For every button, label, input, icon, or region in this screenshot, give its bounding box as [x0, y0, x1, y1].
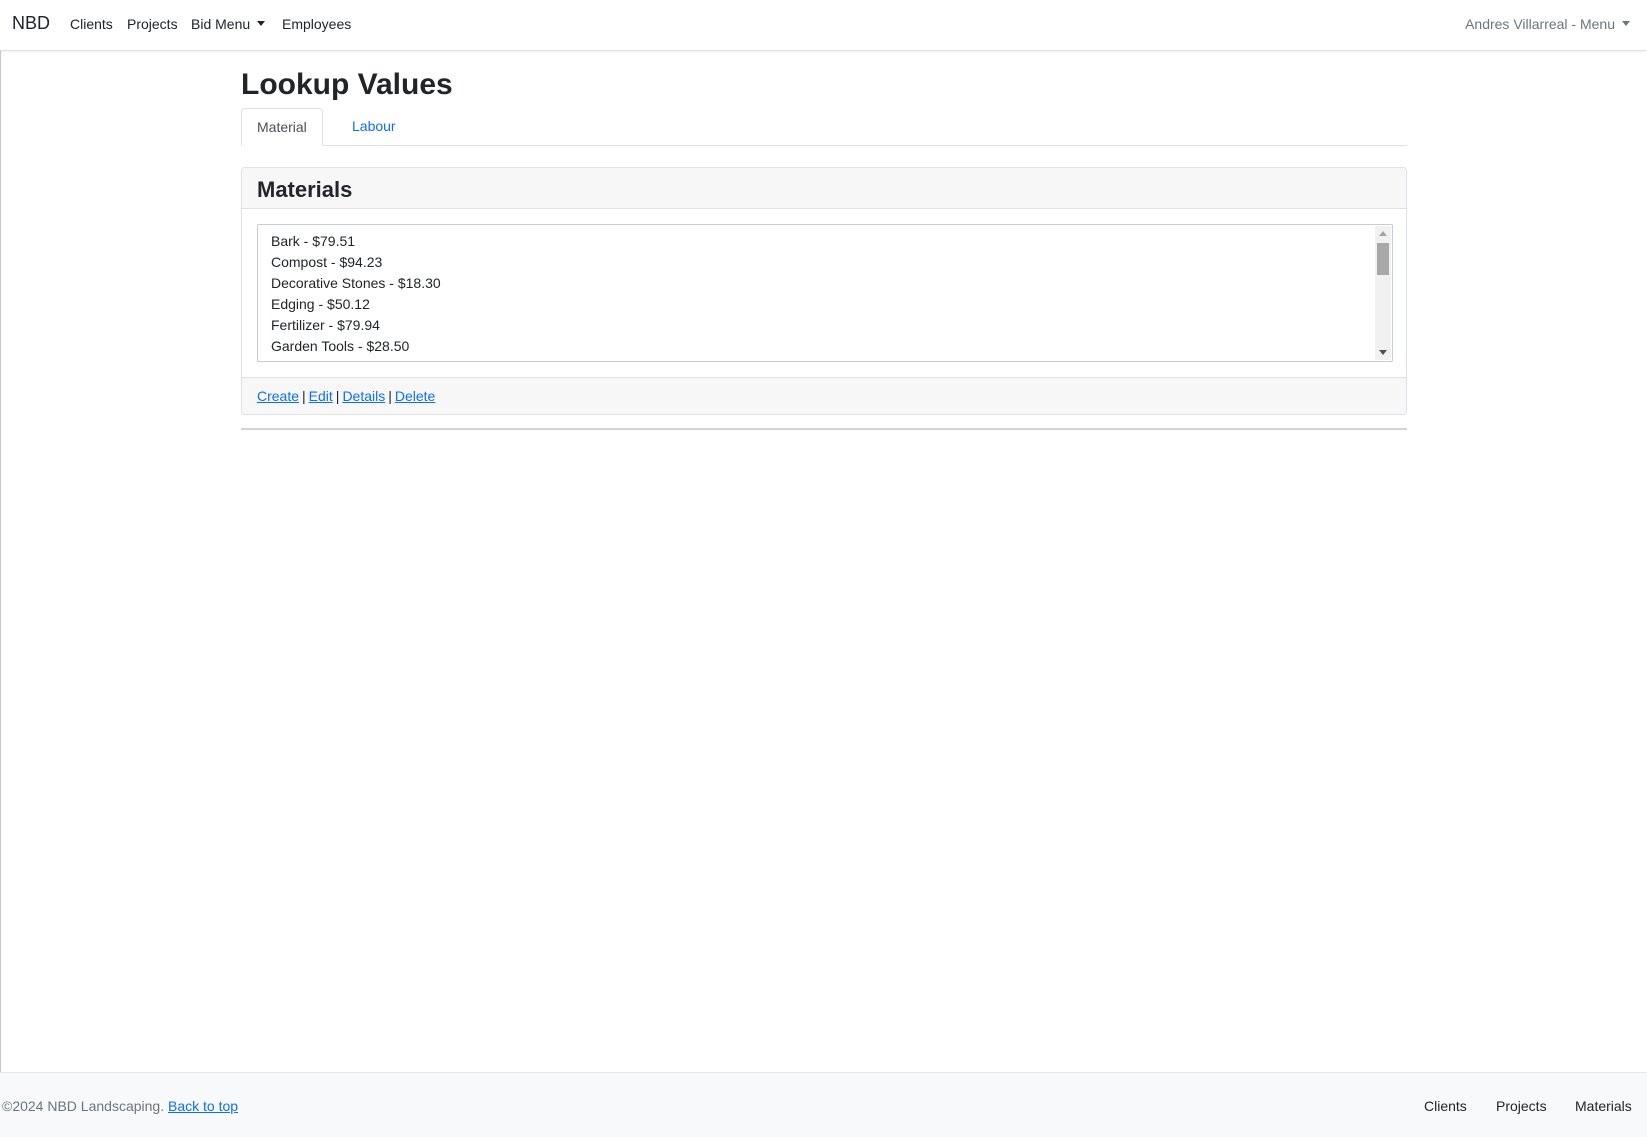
nav-bid-menu-label: Bid Menu [191, 16, 251, 32]
page-footer: ©2024 NBD Landscaping. Back to top Clien… [0, 1072, 1647, 1137]
list-item[interactable]: Garden Tools - $28.50 [271, 336, 441, 357]
separator: | [388, 388, 392, 404]
details-link[interactable]: Details [342, 388, 385, 404]
listbox-scrollbar[interactable] [1375, 226, 1391, 360]
footer-link-clients[interactable]: Clients [1424, 1098, 1467, 1114]
edit-link[interactable]: Edit [309, 388, 333, 404]
nav-employees[interactable]: Employees [282, 16, 351, 32]
page-edge [0, 0, 1, 1137]
materials-listbox[interactable]: Bark - $79.51 Compost - $94.23 Decorativ… [257, 224, 1393, 362]
list-item[interactable]: Fertilizer - $79.94 [271, 315, 441, 336]
horizontal-divider [241, 428, 1407, 430]
chevron-down-icon [257, 21, 266, 26]
chevron-down-icon [1622, 21, 1630, 26]
brand-logo[interactable]: NBD [12, 13, 50, 34]
list-item[interactable]: Compost - $94.23 [271, 252, 441, 273]
list-item[interactable]: Edging - $50.12 [271, 294, 441, 315]
navbar: NBD Clients Projects Bid Menu Employees … [0, 0, 1647, 51]
user-menu-label: Andres Villarreal - Menu [1465, 16, 1615, 32]
nav-bid-menu[interactable]: Bid Menu [191, 16, 266, 32]
nav-clients[interactable]: Clients [70, 16, 113, 32]
list-item[interactable]: Bark - $79.51 [271, 231, 441, 252]
list-item[interactable]: Decorative Stones - $18.30 [271, 273, 441, 294]
copyright: ©2024 NBD Landscaping. Back to top [2, 1098, 238, 1114]
materials-heading: Materials [257, 177, 353, 202]
scroll-up-arrow-icon[interactable] [1379, 231, 1387, 236]
separator: | [335, 388, 340, 404]
material-actions: Create | Edit | Details | Delete [257, 388, 435, 404]
delete-link[interactable]: Delete [395, 388, 435, 404]
footer-link-projects[interactable]: Projects [1496, 1098, 1547, 1114]
materials-card-footer: Create | Edit | Details | Delete [242, 377, 1406, 414]
materials-card: Materials Bark - $79.51 Compost - $94.23… [241, 167, 1407, 415]
footer-link-materials[interactable]: Materials [1575, 1098, 1632, 1114]
copyright-text: ©2024 NBD Landscaping. [2, 1098, 165, 1114]
materials-card-header: Materials [242, 168, 1406, 209]
tab-material[interactable]: Material [241, 108, 323, 146]
materials-list: Bark - $79.51 Compost - $94.23 Decorativ… [271, 231, 441, 357]
user-menu-dropdown[interactable]: Andres Villarreal - Menu [1465, 16, 1630, 32]
page-title: Lookup Values [241, 68, 453, 101]
nav-projects[interactable]: Projects [127, 16, 178, 32]
lookup-tabs: Material Labour [241, 108, 1407, 146]
scroll-down-arrow-icon[interactable] [1379, 350, 1387, 355]
back-to-top-link[interactable]: Back to top [168, 1098, 238, 1114]
scrollbar-thumb[interactable] [1377, 243, 1389, 275]
tab-labour[interactable]: Labour [337, 108, 411, 146]
create-link[interactable]: Create [257, 388, 299, 404]
separator: | [302, 388, 306, 404]
